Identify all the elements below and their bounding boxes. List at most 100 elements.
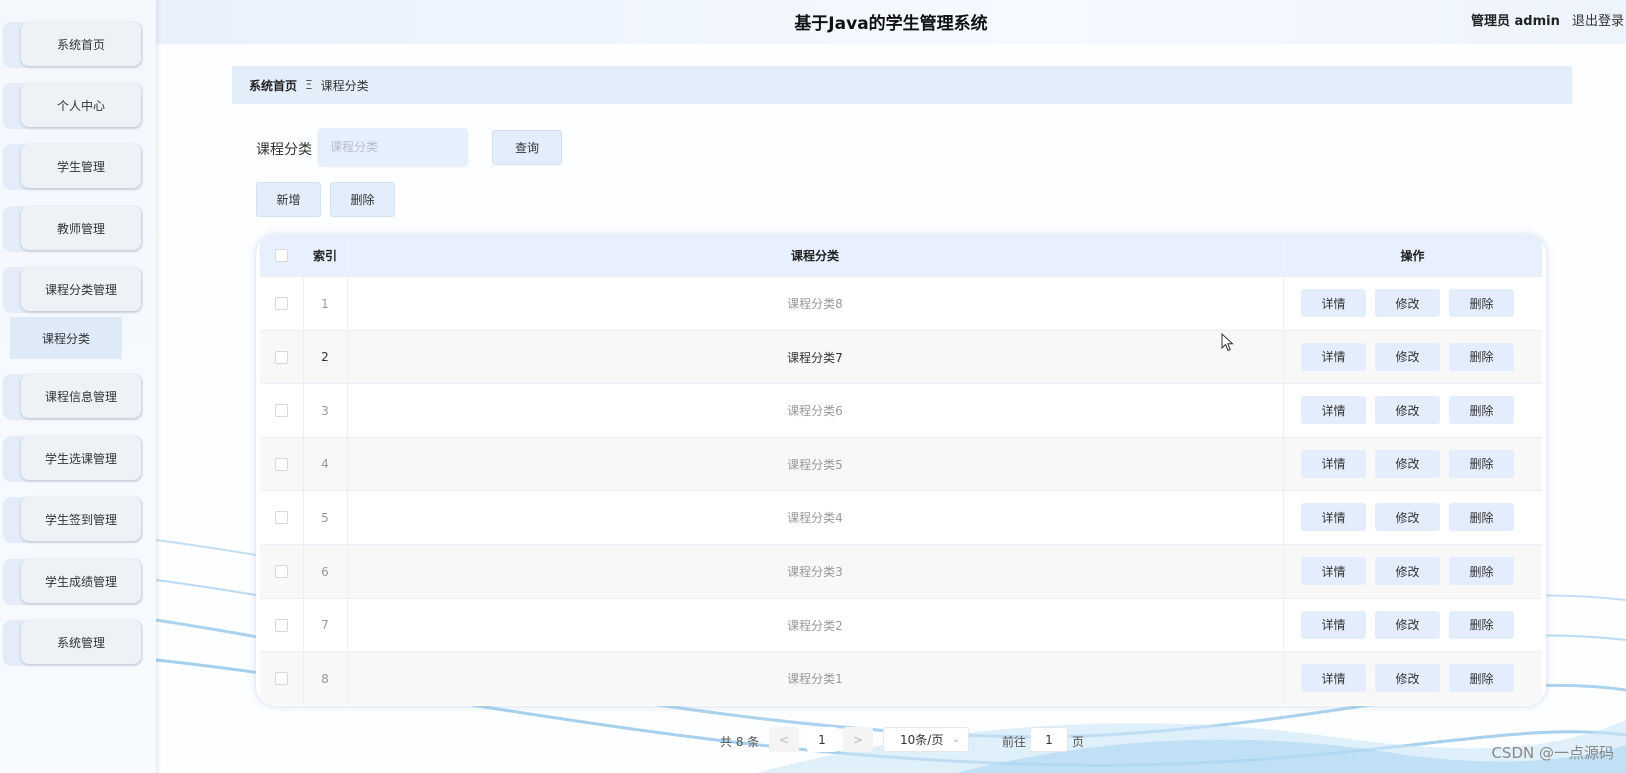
- row-category: 课程分类7: [787, 350, 843, 365]
- row-checkbox[interactable]: [275, 297, 288, 310]
- row-checkbox[interactable]: [275, 404, 288, 418]
- row-select-cell: [260, 331, 303, 384]
- detail-button[interactable]: 详情: [1301, 610, 1366, 639]
- detail-button[interactable]: 详情: [1301, 449, 1366, 478]
- row-select-cell: [260, 652, 303, 705]
- row-checkbox[interactable]: [275, 350, 288, 364]
- table-row: 6 课程分类3 详情 修改 删除: [260, 544, 1542, 598]
- row-select-cell: [260, 384, 303, 437]
- row-checkbox[interactable]: [275, 457, 288, 471]
- delete-button[interactable]: 删除: [1449, 503, 1514, 532]
- sidebar-item-label[interactable]: 系统管理: [21, 620, 141, 664]
- row-index: 8: [321, 671, 329, 686]
- breadcrumb-home[interactable]: 系统首页: [249, 77, 297, 94]
- goto-label: 前往: [1002, 734, 1027, 749]
- page-number-1[interactable]: 1: [807, 727, 837, 752]
- row-checkbox[interactable]: [275, 511, 288, 525]
- delete-button[interactable]: 删除: [1449, 342, 1514, 371]
- delete-selected-button[interactable]: 删除: [330, 182, 395, 217]
- row-select-cell: [260, 277, 303, 330]
- detail-button[interactable]: 详情: [1301, 342, 1366, 371]
- sidebar: 系统首页 个人中心 学生管理 教师管理 课程分类管理 课程分类 课程信息管理 学…: [0, 0, 156, 773]
- sidebar-item-label[interactable]: 个人中心: [21, 83, 141, 127]
- row-category: 课程分类8: [787, 297, 843, 311]
- row-category: 课程分类4: [787, 511, 843, 526]
- detail-button[interactable]: 详情: [1301, 557, 1366, 585]
- next-page-button[interactable]: >: [843, 727, 873, 752]
- sidebar-item-label[interactable]: 学生签到管理: [21, 497, 141, 541]
- edit-button[interactable]: 修改: [1375, 342, 1440, 371]
- table-row: 2 课程分类7 详情 修改 删除: [260, 329, 1542, 384]
- sidebar-item-home[interactable]: 系统首页: [3, 22, 143, 68]
- row-checkbox[interactable]: [275, 618, 288, 632]
- row-category: 课程分类2: [787, 618, 843, 633]
- sidebar-item-teachers[interactable]: 教师管理: [3, 206, 143, 252]
- detail-button[interactable]: 详情: [1301, 503, 1366, 532]
- mouse-cursor-icon: [1221, 333, 1234, 352]
- breadcrumb-separator-icon: Ξ: [305, 78, 313, 92]
- table-row: 4 课程分类5 详情 修改 删除: [260, 436, 1542, 491]
- detail-button[interactable]: 详情: [1301, 396, 1366, 425]
- delete-button[interactable]: 删除: [1449, 557, 1514, 585]
- edit-button[interactable]: 修改: [1375, 664, 1440, 693]
- sidebar-item-label[interactable]: 学生管理: [21, 144, 141, 188]
- prev-page-button[interactable]: <: [769, 727, 799, 752]
- search-input[interactable]: [318, 128, 468, 166]
- row-index: 5: [321, 510, 329, 525]
- sidebar-item-students[interactable]: 学生管理: [3, 144, 143, 190]
- sidebar-item-label[interactable]: 学生成绩管理: [21, 559, 141, 603]
- sidebar-item-course-selection[interactable]: 学生选课管理: [3, 436, 143, 482]
- page-size-select[interactable]: 10条/页 ⌄: [883, 727, 969, 752]
- edit-button[interactable]: 修改: [1375, 289, 1440, 317]
- submenu-item-course-category[interactable]: 课程分类: [10, 317, 122, 359]
- sidebar-item-system[interactable]: 系统管理: [3, 620, 143, 666]
- table-row: 3 课程分类6 详情 修改 删除: [260, 383, 1542, 438]
- user-area: 管理员 admin 退出登录: [1471, 10, 1624, 29]
- sidebar-item-course-info[interactable]: 课程信息管理: [3, 374, 143, 420]
- delete-button[interactable]: 删除: [1449, 289, 1514, 317]
- delete-button[interactable]: 删除: [1449, 664, 1514, 693]
- sidebar-item-label[interactable]: 课程分类管理: [21, 267, 141, 311]
- row-index: 6: [321, 564, 329, 579]
- row-select-cell: [260, 491, 303, 544]
- select-all-checkbox[interactable]: [275, 249, 288, 262]
- row-category: 课程分类3: [787, 565, 843, 579]
- detail-button[interactable]: 详情: [1301, 289, 1366, 317]
- detail-button[interactable]: 详情: [1301, 664, 1366, 693]
- edit-button[interactable]: 修改: [1375, 396, 1440, 425]
- edit-button[interactable]: 修改: [1375, 610, 1440, 639]
- delete-button[interactable]: 删除: [1449, 610, 1514, 639]
- row-category: 课程分类5: [787, 457, 843, 472]
- edit-button[interactable]: 修改: [1375, 449, 1440, 478]
- sidebar-item-grades[interactable]: 学生成绩管理: [3, 559, 143, 605]
- delete-button[interactable]: 删除: [1449, 449, 1514, 478]
- sidebar-item-profile[interactable]: 个人中心: [3, 83, 143, 129]
- logout-link[interactable]: 退出登录: [1572, 14, 1624, 29]
- goto-page-input[interactable]: 1: [1030, 727, 1068, 752]
- sidebar-item-label[interactable]: 课程信息管理: [21, 374, 141, 418]
- edit-button[interactable]: 修改: [1375, 503, 1440, 532]
- row-index: 4: [321, 457, 329, 472]
- row-index: 3: [321, 403, 329, 418]
- delete-button[interactable]: 删除: [1449, 396, 1514, 425]
- header-category: 课程分类: [790, 249, 839, 263]
- sidebar-item-label[interactable]: 学生选课管理: [21, 436, 141, 480]
- search-label: 课程分类: [256, 142, 312, 158]
- add-button[interactable]: 新增: [256, 182, 321, 217]
- table-row: 1 课程分类8 详情 修改 删除: [260, 276, 1542, 330]
- row-checkbox[interactable]: [275, 565, 288, 578]
- table-row: 7 课程分类2 详情 修改 删除: [260, 597, 1542, 652]
- sidebar-item-course-category[interactable]: 课程分类管理: [3, 267, 143, 313]
- chevron-down-icon: ⌄: [951, 734, 960, 745]
- row-category: 课程分类6: [787, 404, 843, 419]
- user-name: 管理员 admin: [1470, 14, 1560, 29]
- sidebar-item-sign-in[interactable]: 学生签到管理: [3, 497, 143, 543]
- sidebar-item-label[interactable]: 系统首页: [21, 22, 141, 66]
- breadcrumb: 系统首页 Ξ 课程分类: [232, 66, 1572, 104]
- sidebar-item-label[interactable]: 教师管理: [21, 206, 141, 250]
- edit-button[interactable]: 修改: [1375, 557, 1440, 585]
- select-all-cell: [260, 235, 303, 276]
- header-index: 索引: [312, 249, 337, 263]
- row-checkbox[interactable]: [275, 672, 288, 686]
- query-button[interactable]: 查询: [492, 130, 562, 165]
